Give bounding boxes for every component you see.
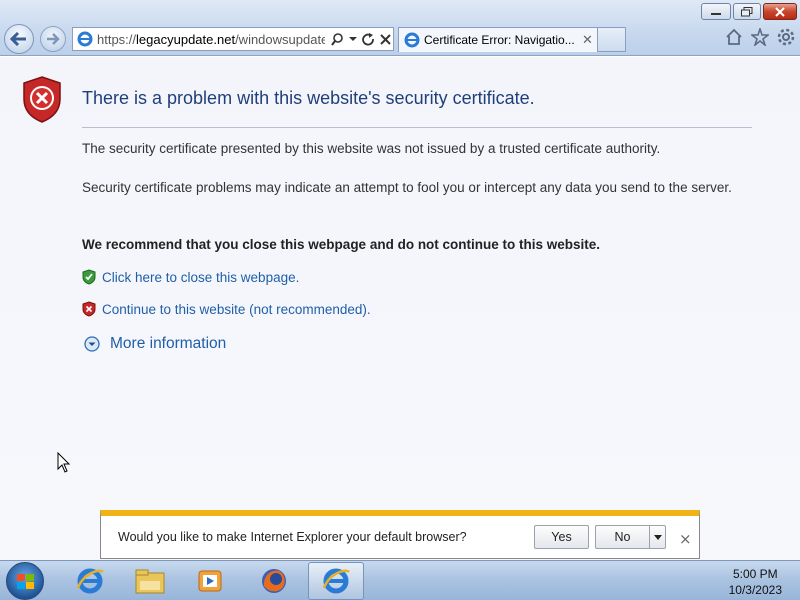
chevron-down-icon bbox=[653, 534, 662, 540]
no-button[interactable]: No bbox=[595, 525, 649, 549]
stop-icon[interactable] bbox=[380, 33, 391, 45]
back-button[interactable] bbox=[4, 24, 34, 54]
forward-arrow-icon bbox=[47, 33, 60, 45]
tools-gear-icon[interactable] bbox=[777, 28, 795, 46]
favorites-star-icon[interactable] bbox=[751, 28, 769, 46]
restore-button[interactable] bbox=[733, 3, 761, 20]
yes-button[interactable]: Yes bbox=[534, 525, 589, 549]
more-information-toggle[interactable]: More information bbox=[84, 335, 226, 353]
default-browser-notification: Would you like to make Internet Explorer… bbox=[100, 510, 700, 559]
close-window-button[interactable] bbox=[763, 3, 797, 20]
green-shield-check-icon bbox=[82, 269, 96, 285]
back-arrow-icon bbox=[10, 32, 26, 46]
close-icon bbox=[775, 6, 785, 17]
no-options-dropdown-button[interactable] bbox=[649, 525, 666, 549]
taskbar-internet-explorer-active[interactable] bbox=[308, 562, 364, 600]
minimize-icon bbox=[711, 12, 721, 15]
restore-icon bbox=[741, 6, 753, 16]
taskbar-firefox[interactable] bbox=[246, 562, 302, 600]
taskbar-file-explorer[interactable] bbox=[122, 562, 178, 600]
red-shield-x-icon bbox=[82, 301, 96, 317]
page-title: There is a problem with this website's s… bbox=[82, 88, 535, 108]
security-error-shield-icon bbox=[23, 76, 61, 123]
recommendation-text: We recommend that you close this webpage… bbox=[82, 237, 601, 252]
taskbar: 5:00 PM 10/3/2023 bbox=[0, 560, 800, 600]
forward-button[interactable] bbox=[40, 26, 66, 52]
home-icon[interactable] bbox=[725, 28, 743, 46]
tab-title: Certificate Error: Navigatio... bbox=[424, 33, 575, 47]
internet-explorer-icon bbox=[77, 31, 93, 47]
clock-date: 10/3/2023 bbox=[728, 583, 782, 597]
tab-certificate-error[interactable]: Certificate Error: Navigatio... ✕ bbox=[398, 27, 598, 52]
internet-explorer-tab-icon bbox=[404, 32, 420, 48]
close-webpage-link[interactable]: Click here to close this webpage. bbox=[82, 269, 299, 285]
notification-message: Would you like to make Internet Explorer… bbox=[118, 530, 467, 544]
certificate-explanation: The security certificate presented by th… bbox=[82, 141, 661, 156]
minimize-button[interactable] bbox=[701, 3, 731, 20]
address-bar[interactable]: https://legacyupdate.net/windowsupdate/v bbox=[72, 27, 394, 51]
risk-explanation: Security certificate problems may indica… bbox=[82, 180, 732, 195]
firefox-icon bbox=[262, 569, 286, 593]
clock-time: 5:00 PM bbox=[732, 567, 778, 581]
chevron-down-circle-icon bbox=[84, 336, 100, 352]
windows-logo-icon bbox=[17, 574, 34, 589]
divider bbox=[82, 127, 752, 128]
search-icon[interactable] bbox=[331, 32, 344, 46]
media-player-icon bbox=[198, 570, 222, 592]
start-button[interactable] bbox=[6, 562, 44, 600]
refresh-icon[interactable] bbox=[362, 32, 375, 46]
system-clock[interactable]: 5:00 PM 10/3/2023 bbox=[729, 566, 782, 598]
tab-close-icon[interactable]: ✕ bbox=[582, 32, 593, 48]
address-url[interactable]: https://legacyupdate.net/windowsupdate/v bbox=[97, 32, 325, 47]
browser-chrome: https://legacyupdate.net/windowsupdate/v… bbox=[0, 0, 800, 56]
internet-explorer-icon bbox=[76, 568, 104, 594]
new-tab-button[interactable] bbox=[598, 27, 626, 52]
dropdown-icon[interactable] bbox=[349, 36, 357, 42]
mouse-pointer-icon bbox=[57, 452, 71, 473]
page-content: There is a problem with this website's s… bbox=[0, 57, 800, 560]
file-explorer-icon bbox=[135, 569, 165, 594]
notification-close-button[interactable]: × bbox=[679, 530, 692, 548]
internet-explorer-active-icon bbox=[322, 568, 350, 594]
taskbar-internet-explorer[interactable] bbox=[62, 562, 118, 600]
continue-to-website-link[interactable]: Continue to this website (not recommende… bbox=[82, 301, 371, 317]
taskbar-media-player[interactable] bbox=[182, 562, 238, 600]
